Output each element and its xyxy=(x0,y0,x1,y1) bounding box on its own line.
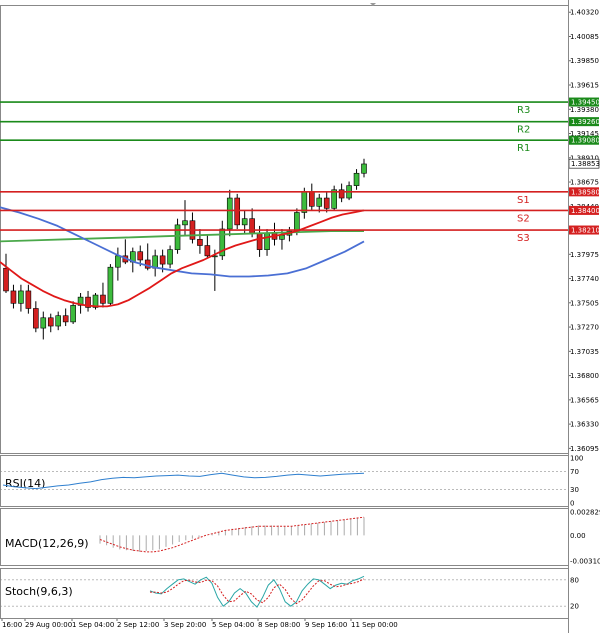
macd-label: MACD(12,26,9) xyxy=(5,537,89,550)
time-tick-label: 5 Sep 04:00 xyxy=(212,621,254,629)
price-tick-label: 1.36330 xyxy=(570,421,599,429)
price-tick-label: 1.37740 xyxy=(570,275,599,283)
candle-bullish xyxy=(226,197,233,230)
candle-bullish xyxy=(264,232,270,250)
level-price-label-r3: 1.39450 xyxy=(571,99,600,107)
candle-bearish xyxy=(234,197,241,226)
price-tick-label: 1.37270 xyxy=(570,324,599,332)
time-tick-label: 9 Sep 16:00 xyxy=(305,621,347,629)
level-name-s3: S3 xyxy=(517,233,530,244)
candle-bearish xyxy=(33,308,39,329)
candle-bearish xyxy=(62,315,69,323)
candle-bearish xyxy=(10,290,17,304)
candle-bearish xyxy=(137,251,144,261)
time-tick-label: 3 Sep 20:00 xyxy=(164,621,206,629)
candle-bearish xyxy=(249,218,255,234)
candle-bearish xyxy=(204,245,211,257)
candle-bearish xyxy=(159,255,166,265)
candle-bullish xyxy=(174,224,181,250)
current-price-label: 1.38853 xyxy=(571,160,600,168)
candle-bullish xyxy=(18,290,24,304)
candle-bearish xyxy=(100,294,106,304)
level-price-label-s1: 1.38580 xyxy=(571,188,600,196)
price-tick-label: 1.37975 xyxy=(570,251,599,259)
candle-bearish xyxy=(47,317,54,327)
candle-bullish xyxy=(167,249,173,265)
stoch-label: Stoch(9,6,3) xyxy=(5,585,73,598)
rsi-tick-label: 0 xyxy=(570,500,574,508)
candle-bearish xyxy=(197,239,203,246)
stoch-tick-label: 20 xyxy=(570,603,579,611)
time-tick-label: 29 Aug 00:00 xyxy=(25,621,72,629)
level-price-label-r1: 1.39080 xyxy=(571,137,600,145)
candle-bullish xyxy=(70,305,76,323)
time-tick-label: 8 Sep 08:00 xyxy=(258,621,300,629)
candle-bullish xyxy=(353,172,360,186)
level-name-r2: R2 xyxy=(517,125,530,136)
price-tick-label: 1.39380 xyxy=(570,106,599,114)
price-tick-label: 1.39615 xyxy=(570,82,599,90)
time-tick-label: 2 Sep 12:00 xyxy=(117,621,159,629)
candle-bullish xyxy=(294,212,300,232)
rsi-tick-label: 70 xyxy=(570,468,579,476)
candle-bearish xyxy=(323,197,330,209)
price-tick-label: 1.40320 xyxy=(570,9,599,17)
candle-bearish xyxy=(256,232,263,250)
candle-bullish xyxy=(40,317,47,329)
macd-tick-label: 0.002829 xyxy=(570,509,600,517)
rsi-tick-label: 100 xyxy=(570,455,583,463)
candle-bullish xyxy=(316,197,323,207)
level-name-s2: S2 xyxy=(517,213,530,224)
forex-chart: 1.403201.400851.398501.396151.393801.391… xyxy=(0,0,600,633)
level-price-label-r2: 1.39260 xyxy=(571,118,600,126)
level-name-r3: R3 xyxy=(517,105,530,116)
level-price-label-s3: 1.38210 xyxy=(571,227,600,235)
rsi-tick-label: 30 xyxy=(570,486,579,494)
time-tick-label: 1 Sep 04:00 xyxy=(72,621,114,629)
level-name-r1: R1 xyxy=(517,143,530,154)
level-price-label-s2: 1.38400 xyxy=(571,207,600,215)
candle-bullish xyxy=(107,266,114,304)
candle-bullish xyxy=(241,218,248,226)
candle-bullish xyxy=(182,220,188,226)
candle-bullish xyxy=(279,234,285,240)
candle-bullish xyxy=(361,163,367,174)
macd-tick-label: -0.003107 xyxy=(570,558,600,566)
price-tick-label: 1.37035 xyxy=(570,348,599,356)
candle-bearish xyxy=(3,267,9,292)
price-tick-label: 1.39850 xyxy=(570,57,599,65)
candle-bearish xyxy=(308,191,315,207)
price-tick-label: 1.37505 xyxy=(570,299,599,307)
price-tick-label: 1.36800 xyxy=(570,372,599,380)
candle-bullish xyxy=(301,191,308,213)
candle-bearish xyxy=(338,189,345,199)
price-tick-label: 1.40085 xyxy=(570,33,599,41)
chart-background xyxy=(0,0,600,633)
time-tick-label: 11 Sep 00:00 xyxy=(351,621,398,629)
candle-bullish xyxy=(115,255,121,268)
stoch-tick-label: 80 xyxy=(570,576,579,584)
time-tick-label: 16:00 xyxy=(2,621,22,629)
price-tick-label: 1.36565 xyxy=(570,396,599,404)
price-tick-label: 1.38675 xyxy=(570,179,599,187)
candle-bullish xyxy=(55,315,62,327)
level-name-s1: S1 xyxy=(517,195,530,206)
candle-bearish xyxy=(25,290,32,309)
macd-tick-label: 0.00 xyxy=(570,532,586,540)
price-tick-label: 1.36095 xyxy=(570,445,599,453)
